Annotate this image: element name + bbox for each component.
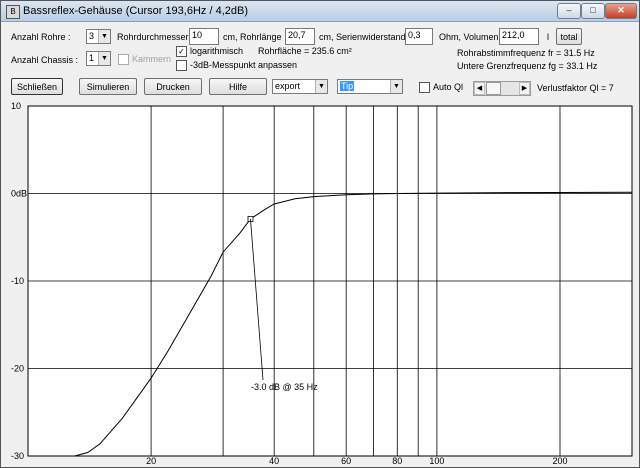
export-select[interactable]: export ▼: [272, 79, 328, 94]
logarithmisch-checkbox[interactable]: ✓: [176, 46, 187, 57]
y-tick-label: 0dB: [11, 189, 27, 199]
x-tick-label: 80: [392, 456, 402, 466]
y-tick-label: 10: [11, 101, 21, 111]
verlustfaktor-text: Verlustfaktor Ql = 7: [537, 83, 614, 93]
logarithmisch-label: logarithmisch: [190, 46, 244, 56]
chevron-down-icon: ▼: [315, 80, 327, 93]
grenzfrequenz-text: Untere Grenzfrequenz fg = 33.1 Hz: [457, 61, 598, 71]
abstimmfrequenz-text: Rohrabstimmfrequenz fr = 31.5 Hz: [457, 48, 595, 58]
volumen-label: Ohm, Volumen: [439, 32, 499, 42]
close-button[interactable]: ✕: [605, 3, 637, 19]
x-tick-label: 40: [269, 456, 279, 466]
kammern-checkbox[interactable]: [118, 54, 129, 65]
volumen-unit: l: [547, 32, 549, 42]
x-tick-label: 20: [146, 456, 156, 466]
export-value: export: [275, 81, 301, 91]
ql-scrollbar[interactable]: ◀ ▶: [473, 81, 531, 96]
drucken-button[interactable]: Drucken: [144, 78, 202, 95]
title-bar: B Bassreflex-Gehäuse (Cursor 193,6Hz / 4…: [1, 1, 639, 22]
anzahl-chassis-label: Anzahl Chassis :: [11, 55, 79, 65]
serienwiderstand-field[interactable]: 0,3: [405, 28, 433, 45]
tip-value: Tip: [340, 81, 355, 91]
simulieren-button[interactable]: Simulieren: [79, 78, 137, 95]
scroll-right-icon[interactable]: ▶: [519, 82, 530, 95]
app-icon: B: [6, 5, 20, 19]
rohrdurchmesser-label: Rohrdurchmesser: [117, 32, 189, 42]
volumen-field[interactable]: 212,0: [499, 28, 539, 45]
anzahl-chassis-select[interactable]: 1 ▼: [86, 51, 111, 66]
rohrlaenge-label: cm, Rohrlänge: [223, 32, 282, 42]
messpunkt-checkbox[interactable]: [176, 60, 187, 71]
auto-ql-label: Auto Ql: [433, 82, 464, 92]
chevron-down-icon: ▼: [390, 80, 402, 93]
anzahl-rohre-value: 3: [89, 31, 95, 41]
y-tick-label: -30: [11, 451, 24, 461]
hilfe-button[interactable]: Hilfe: [209, 78, 267, 95]
anzahl-rohre-label: Anzahl Rohre :: [11, 32, 71, 42]
tip-select[interactable]: Tip ▼: [337, 79, 403, 94]
maximize-button[interactable]: □: [581, 3, 605, 19]
frequency-response-chart: 10 0dB -10 -20 -30 20 40 60 80 100 200 -3.0 dB @ …: [1, 101, 639, 467]
rohrflaeche-text: Rohrfläche = 235.6 cm²: [258, 46, 352, 56]
chevron-down-icon: ▼: [98, 30, 110, 43]
chevron-down-icon: ▼: [98, 52, 110, 65]
y-tick-label: -10: [11, 276, 24, 286]
auto-ql-checkbox[interactable]: [419, 82, 430, 93]
kammern-label: Kammern: [132, 54, 172, 64]
x-tick-label: 100: [429, 456, 444, 466]
anzahl-chassis-value: 1: [89, 53, 95, 63]
schliessen-button[interactable]: Schließen: [11, 78, 63, 95]
scroll-thumb[interactable]: [486, 82, 501, 95]
anzahl-rohre-select[interactable]: 3 ▼: [86, 29, 111, 44]
rohrlaenge-field[interactable]: 20,7: [285, 28, 315, 45]
rohrdurchmesser-field[interactable]: 10: [189, 28, 219, 45]
messpunkt-label: -3dB-Messpunkt anpassen: [190, 60, 298, 70]
total-button[interactable]: total: [556, 28, 582, 45]
x-tick-label: 60: [341, 456, 351, 466]
window-title: Bassreflex-Gehäuse (Cursor 193,6Hz / 4,2…: [23, 5, 248, 17]
x-tick-label: 200: [552, 456, 567, 466]
serienwiderstand-label: cm, Serienwiderstand: [319, 32, 406, 42]
annotation-label: -3.0 dB @ 35 Hz: [251, 382, 318, 392]
scroll-left-icon[interactable]: ◀: [474, 82, 485, 95]
app-window: B Bassreflex-Gehäuse (Cursor 193,6Hz / 4…: [0, 0, 640, 468]
minimize-button[interactable]: –: [557, 3, 581, 19]
y-tick-label: -20: [11, 364, 24, 374]
